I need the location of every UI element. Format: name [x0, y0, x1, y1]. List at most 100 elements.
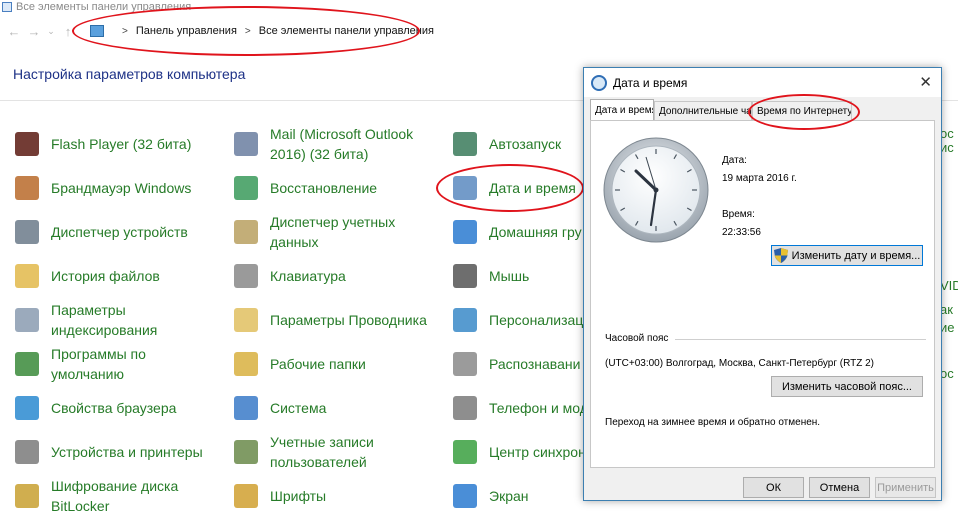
hidden-item-fragment: ос: [940, 366, 954, 381]
user-accounts-icon: [232, 438, 260, 466]
dst-note: Переход на зимнее время и обратно отмене…: [605, 417, 821, 428]
mail-icon-shape: [234, 132, 258, 156]
control-panel-item-label: Домашняя гру: [489, 224, 582, 240]
cancel-button[interactable]: Отмена: [809, 477, 870, 498]
device-manager-icon: [13, 218, 41, 246]
ok-button[interactable]: ОК: [743, 477, 804, 498]
control-panel-small-icon: [90, 25, 104, 37]
control-panel-item-label: Персонализац: [489, 312, 584, 328]
credential-manager-icon: [232, 218, 260, 246]
fonts-icon-shape: [234, 484, 258, 508]
bitlocker-icon-shape: [15, 484, 39, 508]
bitlocker-icon: [13, 482, 41, 510]
speech-recognition-icon: [451, 350, 479, 378]
clock-icon: [591, 74, 607, 91]
breadcrumb[interactable]: > Панель управления > Все элементы панел…: [90, 21, 434, 41]
control-panel-item-label: Дата и время: [489, 180, 576, 196]
control-panel-item-label: Программы по умолчанию: [51, 346, 146, 382]
breadcrumb-item-control-panel[interactable]: Панель управления: [136, 25, 237, 37]
mail-icon: [232, 130, 260, 158]
up-arrow-icon[interactable]: ↑: [58, 24, 78, 39]
control-panel-item[interactable]: Параметры Проводника: [232, 300, 452, 340]
timezone-label: Часовой пояс: [605, 333, 669, 344]
control-panel-item[interactable]: Учетные записи пользователей: [232, 432, 452, 472]
phone-modem-icon: [451, 394, 479, 422]
date-label: Дата:: [722, 155, 747, 166]
control-panel-item-label: Параметры Проводника: [270, 312, 427, 328]
control-panel-item-label: Экран: [489, 488, 529, 504]
control-panel-item-label: Учетные записи пользователей: [270, 434, 374, 470]
control-panel-item-label: Мышь: [489, 268, 530, 284]
indexing-options-icon-shape: [15, 308, 39, 332]
control-panel-item-label: Шрифты: [270, 488, 327, 504]
dialog-tabs: Дата и время Дополнительные часы Время п…: [590, 99, 852, 121]
control-panel-item[interactable]: Система: [232, 388, 452, 428]
default-programs-icon: [13, 350, 41, 378]
personalization-icon-shape: [453, 308, 477, 332]
firewall-icon-shape: [15, 176, 39, 200]
control-panel-item[interactable]: Клавиатура: [232, 256, 452, 296]
control-panel-item[interactable]: Свойства браузера: [13, 388, 233, 428]
back-arrow-icon[interactable]: ←: [4, 24, 24, 39]
timezone-divider: [675, 339, 926, 340]
work-folders-icon: [232, 350, 260, 378]
forward-arrow-icon[interactable]: →: [24, 24, 44, 39]
control-panel-item[interactable]: Программы по умолчанию: [13, 344, 233, 384]
control-panel-item[interactable]: Диспетчер устройств: [13, 212, 233, 252]
autoplay-icon: [451, 130, 479, 158]
apply-button[interactable]: Применить: [875, 477, 936, 498]
control-panel-item-label: Распознавани: [489, 356, 581, 372]
tab-panel-date-time: Дата: 19 марта 2016 г. Время: 22:33:56 И…: [590, 120, 935, 468]
internet-options-icon-shape: [15, 396, 39, 420]
window-title-bar: Все элементы панели управления: [0, 0, 191, 14]
display-icon-shape: [453, 484, 477, 508]
change-date-time-label: Изменить дату и время...: [791, 249, 921, 262]
change-date-time-button[interactable]: Изменить дату и время...: [771, 245, 923, 266]
control-panel-item[interactable]: Шрифты: [232, 476, 452, 516]
dialog-title: Дата и время: [613, 75, 688, 90]
control-panel-icon: [2, 2, 12, 12]
control-panel-item[interactable]: Шифрование диска BitLocker: [13, 476, 233, 516]
homegroup-icon-shape: [453, 220, 477, 244]
work-folders-icon-shape: [234, 352, 258, 376]
file-explorer-options-icon: [232, 306, 260, 334]
hidden-item-fragment: ос: [940, 126, 954, 141]
control-panel-item[interactable]: Диспетчер учетных данных: [232, 212, 452, 252]
control-panel-item[interactable]: История файлов: [13, 256, 233, 296]
control-panel-item-label: Восстановление: [270, 180, 378, 196]
file-history-icon: [13, 262, 41, 290]
hidden-item-fragment: ие: [940, 320, 955, 335]
control-panel-item[interactable]: Устройства и принтеры: [13, 432, 233, 472]
devices-printers-icon: [13, 438, 41, 466]
breadcrumb-separator-icon: >: [122, 25, 128, 37]
date-time-icon-shape: [453, 176, 477, 200]
breadcrumb-separator-icon: >: [244, 25, 251, 37]
control-panel-item[interactable]: Восстановление: [232, 168, 452, 208]
breadcrumb-item-all-items[interactable]: Все элементы панели управления: [259, 25, 434, 37]
control-panel-item[interactable]: Брандмауэр Windows: [13, 168, 233, 208]
control-panel-item[interactable]: Рабочие папки: [232, 344, 452, 384]
recovery-icon: [232, 174, 260, 202]
system-icon: [232, 394, 260, 422]
device-manager-icon-shape: [15, 220, 39, 244]
recent-locations-chevron-icon[interactable]: ⌄: [44, 26, 58, 37]
default-programs-icon-shape: [15, 352, 39, 376]
control-panel-item[interactable]: Flash Player (32 бита): [13, 124, 233, 164]
change-timezone-button[interactable]: Изменить часовой пояс...: [771, 376, 923, 397]
control-panel-item-label: Центр синхрон: [489, 444, 586, 460]
display-icon: [451, 482, 479, 510]
keyboard-icon-shape: [234, 264, 258, 288]
tab-date-time[interactable]: Дата и время: [590, 99, 654, 121]
homegroup-icon: [451, 218, 479, 246]
flash-player-icon: [13, 130, 41, 158]
flash-player-icon-shape: [15, 132, 39, 156]
control-panel-item[interactable]: Параметры индексирования: [13, 300, 233, 340]
keyboard-icon: [232, 262, 260, 290]
control-panel-item-label: История файлов: [51, 268, 160, 284]
control-panel-item[interactable]: Mail (Microsoft Outlook 2016) (32 бита): [232, 124, 452, 164]
close-icon[interactable]: ✕: [919, 73, 932, 91]
tab-additional-clocks[interactable]: Дополнительные часы: [654, 101, 752, 121]
indexing-options-icon: [13, 306, 41, 334]
control-panel-item-label: Система: [270, 400, 327, 416]
tab-internet-time[interactable]: Время по Интернету: [752, 101, 852, 121]
